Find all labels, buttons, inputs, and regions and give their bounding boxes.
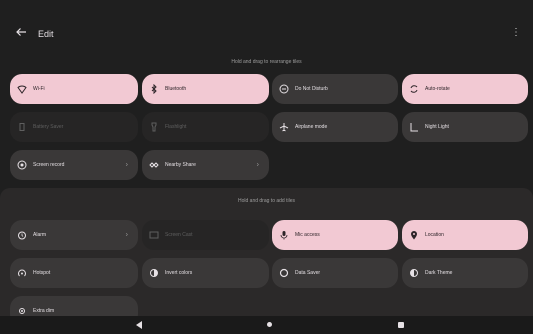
- tile-data-saver[interactable]: Data Saver: [272, 258, 398, 288]
- nav-recents-icon[interactable]: [398, 322, 404, 328]
- tile-label: Flashlight: [165, 124, 187, 130]
- tile-battery-saver[interactable]: Battery Saver: [10, 112, 138, 142]
- screen-record-icon: [17, 160, 27, 170]
- tile-label: Invert colors: [165, 270, 193, 276]
- top-app-bar: Edit ⋮: [0, 0, 533, 48]
- tile-label: Dark Theme: [425, 270, 453, 276]
- auto-rotate-icon: [409, 84, 419, 94]
- tile-screen-cast[interactable]: Screen Cast: [142, 220, 269, 250]
- tile-wifi[interactable]: Wi-Fi: [10, 74, 138, 104]
- tile-alarm[interactable]: Alarm ›: [10, 220, 138, 250]
- chevron-right-icon: ›: [125, 161, 128, 169]
- tile-location[interactable]: Location: [402, 220, 528, 250]
- tile-label: Battery Saver: [33, 124, 64, 130]
- tile-label: Auto-rotate: [425, 86, 450, 92]
- system-navigation-bar: [0, 316, 533, 334]
- tile-nearby-share[interactable]: Nearby Share ›: [142, 150, 269, 180]
- cast-icon: [149, 230, 159, 240]
- tile-label: Night Light: [425, 124, 449, 130]
- battery-icon: [17, 122, 27, 132]
- night-light-icon: [409, 122, 419, 132]
- dark-theme-icon: [409, 268, 419, 278]
- extra-dim-icon: [17, 306, 27, 316]
- wifi-icon: [17, 84, 27, 94]
- hotspot-icon: [17, 268, 27, 278]
- tile-label: Location: [425, 232, 444, 238]
- tile-label: Extra dim: [33, 308, 55, 314]
- do-not-disturb-icon: [279, 84, 289, 94]
- mic-icon: [279, 230, 289, 240]
- tile-flashlight[interactable]: Flashlight: [142, 112, 269, 142]
- tile-mic-access[interactable]: Mic access: [272, 220, 398, 250]
- add-tiles-hint: Hold and drag to add tiles: [238, 198, 295, 204]
- tile-night-light[interactable]: Night Light: [402, 112, 528, 142]
- data-saver-icon: [279, 268, 289, 278]
- tile-label: Alarm: [33, 232, 47, 238]
- tile-label: Wi-Fi: [33, 86, 45, 92]
- location-icon: [409, 230, 419, 240]
- nearby-share-icon: [149, 160, 159, 170]
- tile-label: Screen record: [33, 162, 65, 168]
- tile-screen-record[interactable]: Screen record ›: [10, 150, 138, 180]
- tile-label: Data Saver: [295, 270, 321, 276]
- bluetooth-icon: [149, 84, 159, 94]
- nav-home-icon[interactable]: [267, 322, 272, 327]
- airplane-icon: [279, 122, 289, 132]
- tile-label: Do Not Disturb: [295, 86, 328, 92]
- tile-invert-colors[interactable]: Invert colors: [142, 258, 269, 288]
- tile-do-not-disturb[interactable]: Do Not Disturb: [272, 74, 398, 104]
- tile-hotspot[interactable]: Hotspot: [10, 258, 138, 288]
- tile-airplane-mode[interactable]: Airplane mode: [272, 112, 398, 142]
- nav-back-icon[interactable]: [136, 321, 142, 329]
- rearrange-hint: Hold and drag to rearrange tiles: [231, 59, 302, 65]
- tile-label: Nearby Share: [165, 162, 196, 168]
- page-title: Edit: [38, 29, 54, 39]
- tile-label: Airplane mode: [295, 124, 328, 130]
- more-vert-icon[interactable]: ⋮: [511, 28, 521, 38]
- tile-label: Mic access: [295, 232, 320, 238]
- chevron-right-icon: ›: [256, 161, 259, 169]
- tile-bluetooth[interactable]: Bluetooth: [142, 74, 269, 104]
- arrow-back-icon[interactable]: [14, 25, 28, 39]
- invert-colors-icon: [149, 268, 159, 278]
- tile-label: Screen Cast: [165, 232, 193, 238]
- alarm-icon: [17, 230, 27, 240]
- tile-label: Bluetooth: [165, 86, 187, 92]
- tile-label: Hotspot: [33, 270, 51, 276]
- tile-auto-rotate[interactable]: Auto-rotate: [402, 74, 528, 104]
- chevron-right-icon: ›: [125, 231, 128, 239]
- tile-dark-theme[interactable]: Dark Theme: [402, 258, 528, 288]
- flashlight-icon: [149, 122, 159, 132]
